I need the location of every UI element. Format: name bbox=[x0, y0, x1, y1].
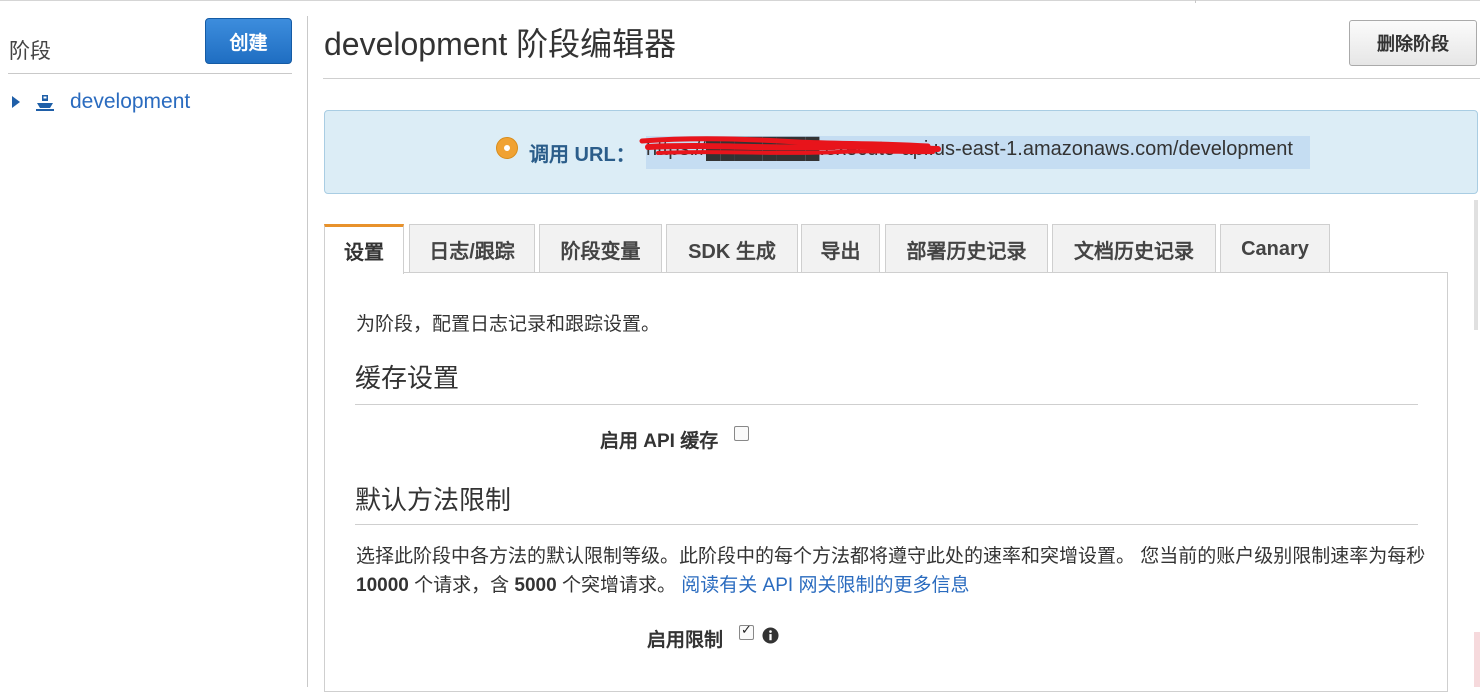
page-title: development 阶段编辑器 bbox=[324, 26, 677, 62]
settings-intro-text: 为阶段，配置日志记录和跟踪设置。 bbox=[356, 314, 661, 335]
create-stage-button[interactable]: 创建 bbox=[205, 18, 292, 64]
account-rate-limit-value: 10000 bbox=[356, 575, 409, 596]
header-divider-line bbox=[323, 78, 1480, 79]
throttling-info-link[interactable]: 阅读有关 API 网关限制的更多信息 bbox=[681, 575, 969, 596]
sidebar-vertical-divider bbox=[307, 16, 308, 687]
tab-sdk-generation[interactable]: SDK 生成 bbox=[666, 224, 798, 273]
invoke-url-banner: 调用 URL： https://████████.execute-api.us-… bbox=[324, 110, 1478, 194]
enable-throttle-checkbox[interactable] bbox=[739, 622, 755, 640]
enable-throttle-row: 启用限制 bbox=[647, 622, 779, 652]
tab-stage-variables[interactable]: 阶段变量 bbox=[539, 224, 662, 273]
tab-settings[interactable]: 设置 bbox=[324, 224, 404, 274]
account-burst-limit-value: 5000 bbox=[514, 575, 557, 596]
throttle-heading-rule bbox=[355, 524, 1418, 525]
page-scrollbar[interactable] bbox=[1474, 200, 1478, 330]
stage-tree-item-development[interactable]: development bbox=[8, 88, 190, 116]
cache-heading-rule bbox=[355, 404, 1418, 405]
enable-throttle-label: 启用限制 bbox=[647, 630, 724, 651]
invoke-url-label: 调用 URL： bbox=[529, 144, 636, 166]
window-top-tick bbox=[1195, 0, 1196, 3]
edge-marker bbox=[1474, 632, 1480, 687]
tab-canary[interactable]: Canary bbox=[1220, 224, 1330, 273]
tab-documentation-history[interactable]: 文档历史记录 bbox=[1052, 224, 1216, 273]
throttle-desc-part1: 选择此阶段中各方法的默认限制等级。此阶段中的每个方法都将遵守此处的速率和突增设置… bbox=[356, 546, 1426, 567]
enable-api-cache-checkbox[interactable] bbox=[734, 426, 750, 441]
enable-api-cache-row: 启用 API 缓存 bbox=[600, 426, 750, 453]
throttle-heading: 默认方法限制 bbox=[355, 485, 512, 515]
tab-logs-tracing[interactable]: 日志/跟踪 bbox=[409, 224, 535, 273]
tab-export[interactable]: 导出 bbox=[801, 224, 880, 273]
delete-stage-button[interactable]: 删除阶段 bbox=[1349, 20, 1477, 66]
redaction-scribble bbox=[639, 136, 941, 155]
sidebar-title: 阶段 bbox=[9, 40, 51, 63]
sidebar-divider-line bbox=[8, 73, 292, 74]
stage-ship-icon bbox=[35, 92, 55, 112]
cache-settings-heading: 缓存设置 bbox=[355, 363, 460, 393]
stage-label[interactable]: development bbox=[70, 90, 190, 114]
stages-sidebar: 阶段 创建 development bbox=[0, 0, 308, 687]
enable-api-cache-label: 启用 API 缓存 bbox=[600, 431, 719, 452]
info-icon[interactable] bbox=[762, 627, 779, 644]
settings-panel: 为阶段，配置日志记录和跟踪设置。 缓存设置 启用 API 缓存 默认方法限制 选… bbox=[324, 272, 1448, 692]
expand-caret-icon[interactable] bbox=[12, 96, 20, 108]
throttle-desc-part2: 个请求，含 bbox=[414, 575, 510, 596]
invoke-url-status-icon bbox=[496, 137, 518, 159]
throttle-description: 选择此阶段中各方法的默认限制等级。此阶段中的每个方法都将遵守此处的速率和突增设置… bbox=[356, 542, 1426, 600]
throttle-desc-part3: 个突增请求。 bbox=[561, 575, 676, 596]
tab-deployment-history[interactable]: 部署历史记录 bbox=[885, 224, 1048, 273]
